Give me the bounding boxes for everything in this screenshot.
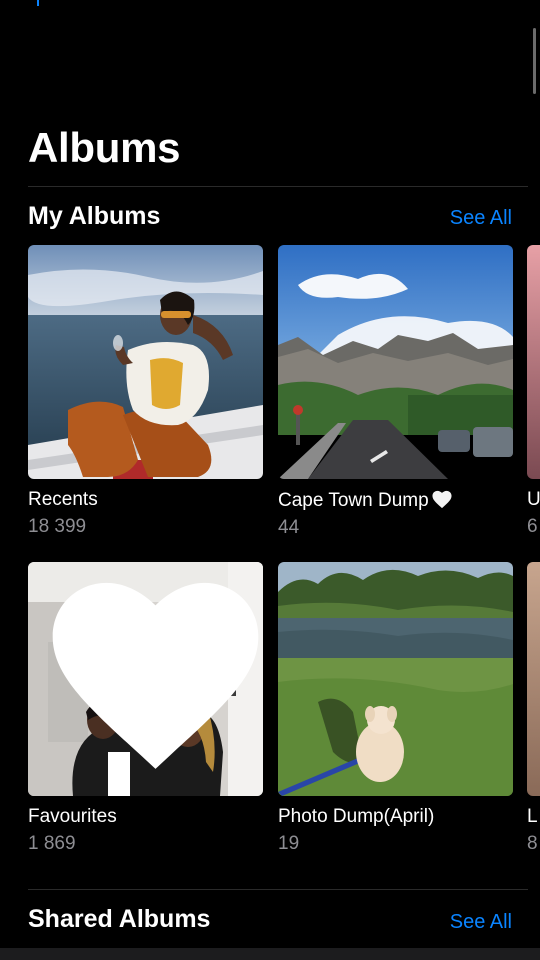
album-thumbnail-cape-town-dump [278, 245, 513, 479]
album-tile-partial-1[interactable]: U 6 [527, 245, 540, 538]
album-count: 44 [278, 517, 300, 538]
top-edge-indicator [37, 0, 39, 6]
album-tile-photo-dump-april[interactable]: Photo Dump(April) 19 [278, 562, 513, 855]
album-name: Favourites [28, 806, 117, 827]
shared-albums-title: Shared Albums [28, 905, 211, 933]
recents-photo [28, 245, 263, 479]
album-thumbnail-photo-dump-april [278, 562, 513, 796]
album-thumbnail-partial [527, 245, 540, 479]
album-name-text: Cape Town Dump [278, 490, 429, 511]
page-title: Albums [28, 124, 181, 171]
album-tile-recents[interactable]: Recents 18 399 [28, 245, 263, 538]
album-thumbnail-favourites [28, 562, 263, 796]
album-tile-partial-2[interactable]: L 8 [527, 562, 540, 855]
album-count: 1 869 [28, 833, 76, 854]
album-count: 18 399 [28, 516, 87, 537]
album-tile-favourites[interactable]: Favourites 1 869 [28, 562, 263, 855]
scroll-indicator[interactable] [533, 28, 536, 94]
album-name: Recents [28, 489, 98, 510]
heart-icon [52, 582, 259, 769]
album-name: Cape Town Dump [278, 489, 513, 512]
album-name: Photo Dump(April) [278, 806, 435, 827]
cape-town-photo [278, 245, 513, 479]
shared-albums-see-all-link[interactable]: See All [450, 911, 512, 934]
album-thumbnail-partial [527, 562, 540, 796]
heart-icon [432, 490, 452, 509]
tab-bar [0, 948, 540, 960]
album-tile-cape-town-dump[interactable]: Cape Town Dump 44 [278, 245, 513, 539]
album-count: 8 [527, 833, 538, 854]
photo-dump-april-photo [278, 562, 513, 796]
my-albums-title: My Albums [28, 202, 161, 230]
album-name: L [527, 806, 538, 827]
album-name: U [527, 489, 540, 510]
title-divider [28, 186, 528, 187]
album-thumbnail-recents [28, 245, 263, 479]
section-divider [28, 889, 528, 890]
my-albums-see-all-link[interactable]: See All [450, 207, 512, 230]
album-count: 6 [527, 516, 538, 537]
album-count: 19 [278, 833, 300, 854]
